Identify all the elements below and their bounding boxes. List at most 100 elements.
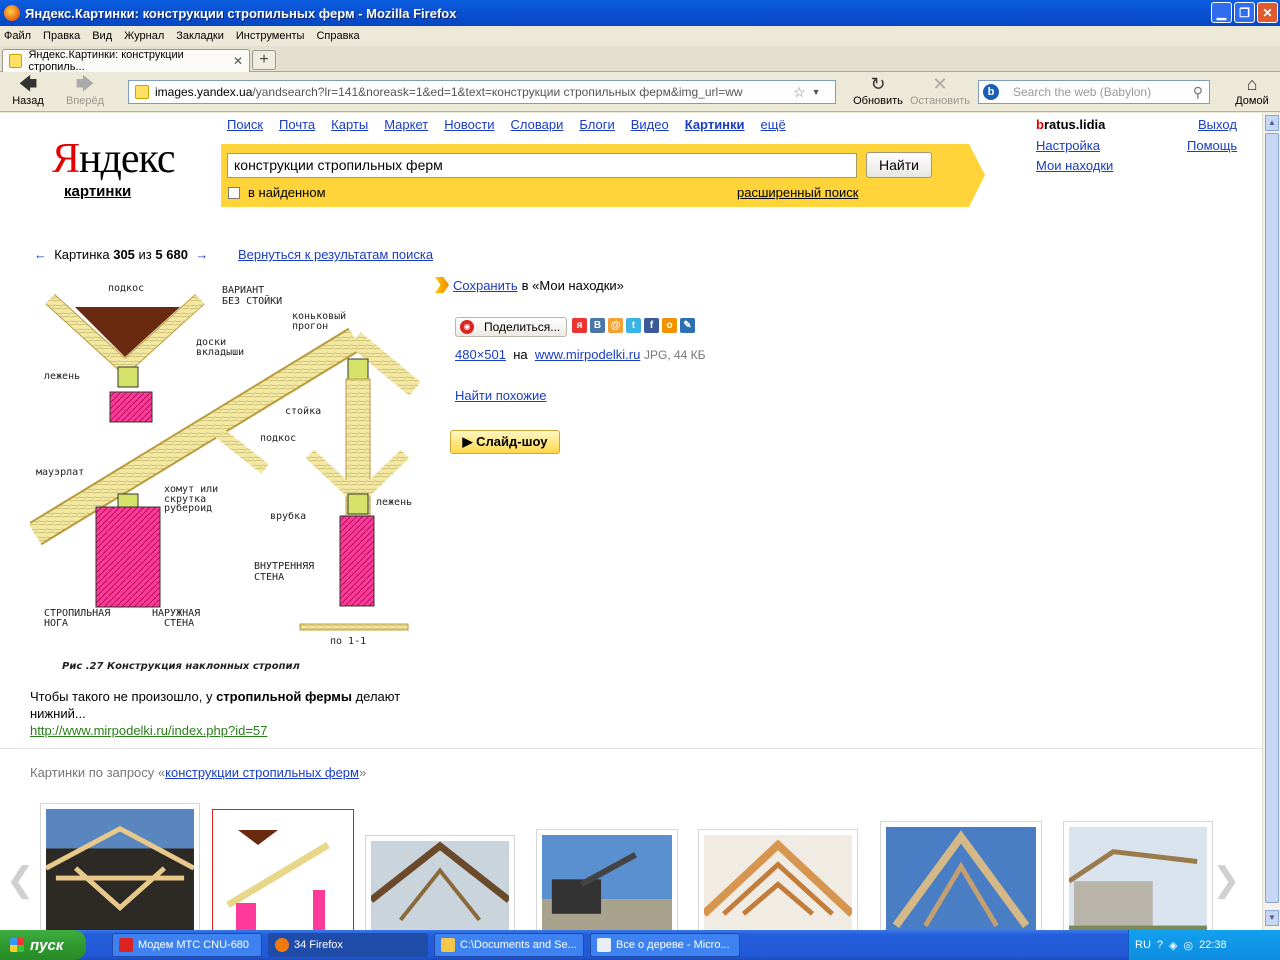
address-bar[interactable]: images.yandex.ua/yandsearch?lr=141&norea…	[128, 80, 836, 104]
thumbnail-1[interactable]	[40, 803, 200, 930]
thumbnail-4[interactable]	[536, 829, 678, 930]
yandex-logo[interactable]: Яндекс	[52, 137, 176, 181]
nav-images[interactable]: Картинки	[685, 117, 745, 132]
task-explorer[interactable]: C:\Documents and Se...	[434, 933, 584, 957]
images-service-link[interactable]: картинки	[64, 183, 131, 200]
menu-tools[interactable]: Инструменты	[236, 30, 305, 42]
help-link[interactable]: Помощь	[1187, 138, 1237, 153]
related-label: Картинки по запросу «конструкции стропил…	[30, 765, 367, 780]
babylon-icon[interactable]: b	[983, 84, 999, 100]
livejournal-icon[interactable]: ✎	[680, 318, 695, 333]
help-tray-icon[interactable]: ?	[1157, 939, 1163, 951]
vertical-scrollbar[interactable]: ▲ ▼	[1262, 113, 1280, 930]
thumbnail-7[interactable]	[1063, 821, 1213, 930]
language-indicator[interactable]: RU	[1135, 939, 1151, 951]
current-index: 305	[113, 247, 135, 262]
nav-mail[interactable]: Почта	[279, 117, 315, 132]
menu-view[interactable]: Вид	[92, 30, 112, 42]
web-search-box[interactable]: b Search the web (Babylon) ⚲	[978, 80, 1210, 104]
clock[interactable]: 22:38	[1199, 939, 1227, 951]
scrollbar-thumb[interactable]	[1265, 133, 1279, 903]
menu-history[interactable]: Журнал	[124, 30, 164, 42]
stop-button[interactable]: ✕ Остановить	[908, 75, 972, 107]
forward-button[interactable]: 🡆 Вперёд	[62, 75, 108, 107]
new-tab-button[interactable]: +	[252, 50, 276, 70]
image-site-link[interactable]: www.mirpodelki.ru	[535, 347, 640, 362]
restore-button[interactable]: ❐	[1234, 2, 1255, 23]
tab-close-icon[interactable]: ✕	[233, 54, 243, 68]
nav-market[interactable]: Маркет	[384, 117, 428, 132]
vkontakte-icon[interactable]: B	[590, 318, 605, 333]
main-image[interactable]: подкос ВАРИАНТ БЕЗ СТОЙКИ коньковый прог…	[30, 279, 420, 674]
url-dropdown-icon[interactable]: ▼	[812, 87, 821, 97]
task-word[interactable]: Все о дереве - Micro...	[590, 933, 740, 957]
modem-icon	[119, 938, 133, 952]
my-finds-link[interactable]: Мои находки	[1036, 158, 1113, 173]
thumbs-next-icon[interactable]: ❯	[1212, 858, 1241, 902]
label-podkos-top: подкос	[108, 283, 144, 294]
nav-search[interactable]: Поиск	[227, 117, 263, 132]
settings-link[interactable]: Настройка	[1036, 138, 1100, 153]
in-found-label: в найденном	[248, 185, 326, 200]
nav-news[interactable]: Новости	[444, 117, 494, 132]
facebook-icon[interactable]: f	[644, 318, 659, 333]
in-found-checkbox[interactable]	[228, 187, 240, 199]
nav-video[interactable]: Видео	[631, 117, 669, 132]
thumbnail-6-image	[886, 827, 1036, 930]
twitter-icon[interactable]: t	[626, 318, 641, 333]
network-icon[interactable]: ◈	[1169, 939, 1177, 952]
taskbar: пуск Модем МТС CNU-680 34 Firefox C:\Doc…	[0, 930, 1280, 960]
prev-image-arrow[interactable]: ←	[34, 247, 47, 262]
advanced-search-link[interactable]: расширенный поиск	[737, 185, 858, 200]
nav-blogs[interactable]: Блоги	[579, 117, 614, 132]
odnoklassniki-icon[interactable]: о	[662, 318, 677, 333]
find-similar-link[interactable]: Найти похожие	[455, 388, 546, 403]
moimir-icon[interactable]: @	[608, 318, 623, 333]
reload-button[interactable]: ↻ Обновить	[850, 75, 906, 107]
system-tray: RU ? ◈ ◎ 22:38	[1128, 930, 1280, 960]
search-icon[interactable]: ⚲	[1193, 84, 1203, 101]
menu-file[interactable]: Файл	[4, 30, 31, 42]
user-login[interactable]: bratus.lidia	[1036, 117, 1105, 132]
antivirus-icon[interactable]: ◎	[1183, 939, 1193, 952]
minimize-button[interactable]: ▁	[1211, 2, 1232, 23]
nav-maps[interactable]: Карты	[331, 117, 368, 132]
bookmark-star-icon[interactable]: ☆	[793, 84, 806, 101]
source-url-link[interactable]: http://www.mirpodelki.ru/index.php?id=57	[30, 723, 267, 738]
scroll-down-icon[interactable]: ▼	[1265, 910, 1279, 926]
ya-icon[interactable]: я	[572, 318, 587, 333]
menu-edit[interactable]: Правка	[43, 30, 80, 42]
start-button[interactable]: пуск	[0, 930, 86, 960]
nav-more[interactable]: ещё	[761, 117, 786, 132]
nav-dictionaries[interactable]: Словари	[511, 117, 564, 132]
firefox-icon	[4, 5, 20, 21]
related-query-link[interactable]: конструкции стропильных ферм	[165, 765, 359, 780]
divider	[0, 748, 1262, 749]
image-dimensions-link[interactable]: 480×501	[455, 347, 506, 362]
thumbnail-3[interactable]	[365, 835, 515, 930]
find-button[interactable]: Найти	[866, 152, 932, 178]
back-to-results-link[interactable]: Вернуться к результатам поиска	[238, 247, 433, 262]
menu-bookmarks[interactable]: Закладки	[176, 30, 224, 42]
thumbnail-5[interactable]	[698, 829, 858, 930]
logout-link[interactable]: Выход	[1198, 117, 1237, 132]
slideshow-button[interactable]: ▶ Слайд-шоу	[450, 430, 560, 454]
home-button[interactable]: ⌂ Домой	[1232, 75, 1272, 107]
close-button[interactable]: ✕	[1257, 2, 1278, 23]
word-doc-icon	[597, 938, 611, 952]
menu-help[interactable]: Справка	[316, 30, 359, 42]
task-modem[interactable]: Модем МТС CNU-680	[112, 933, 262, 957]
url-text[interactable]: images.yandex.ua/yandsearch?lr=141&norea…	[155, 85, 791, 99]
scroll-up-icon[interactable]: ▲	[1265, 115, 1279, 131]
thumbnail-6[interactable]	[880, 821, 1042, 930]
search-placeholder: Search the web (Babylon)	[1013, 85, 1152, 99]
next-image-arrow[interactable]: →	[195, 247, 208, 262]
query-input[interactable]: конструкции стропильных ферм	[227, 153, 857, 178]
share-button[interactable]: ◉ Поделиться...	[455, 317, 567, 337]
task-firefox[interactable]: 34 Firefox	[268, 933, 428, 957]
save-link[interactable]: Сохранить	[453, 278, 518, 293]
thumbnail-2-selected[interactable]	[212, 809, 354, 930]
back-button[interactable]: 🡄 Назад	[8, 75, 48, 107]
tab-yandex-images[interactable]: Яндекс.Картинки: конструкции стропиль...…	[2, 49, 250, 73]
thumbs-prev-icon[interactable]: ❮	[6, 858, 35, 902]
